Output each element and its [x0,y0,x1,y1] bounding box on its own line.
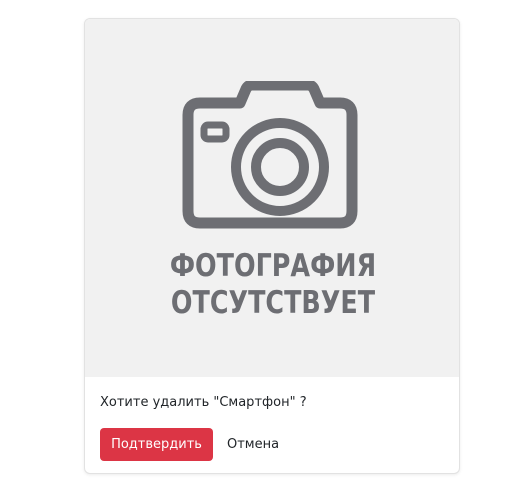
camera-icon [182,81,358,229]
placeholder-title-line2: ОТСУТСТВУЕТ [170,285,376,321]
missing-photo-placeholder: ФОТОГРАФИЯ ОТСУТСТВУЕТ [85,19,459,377]
delete-confirmation-card: ФОТОГРАФИЯ ОТСУТСТВУЕТ Хотите удалить "С… [84,18,460,474]
cancel-button[interactable]: Отмена [219,428,287,461]
delete-question-text: Хотите удалить "Смартфон" ? [100,395,307,410]
placeholder-title-line1: ФОТОГРАФИЯ [169,248,377,284]
confirm-button[interactable]: Подтвердить [100,428,213,461]
